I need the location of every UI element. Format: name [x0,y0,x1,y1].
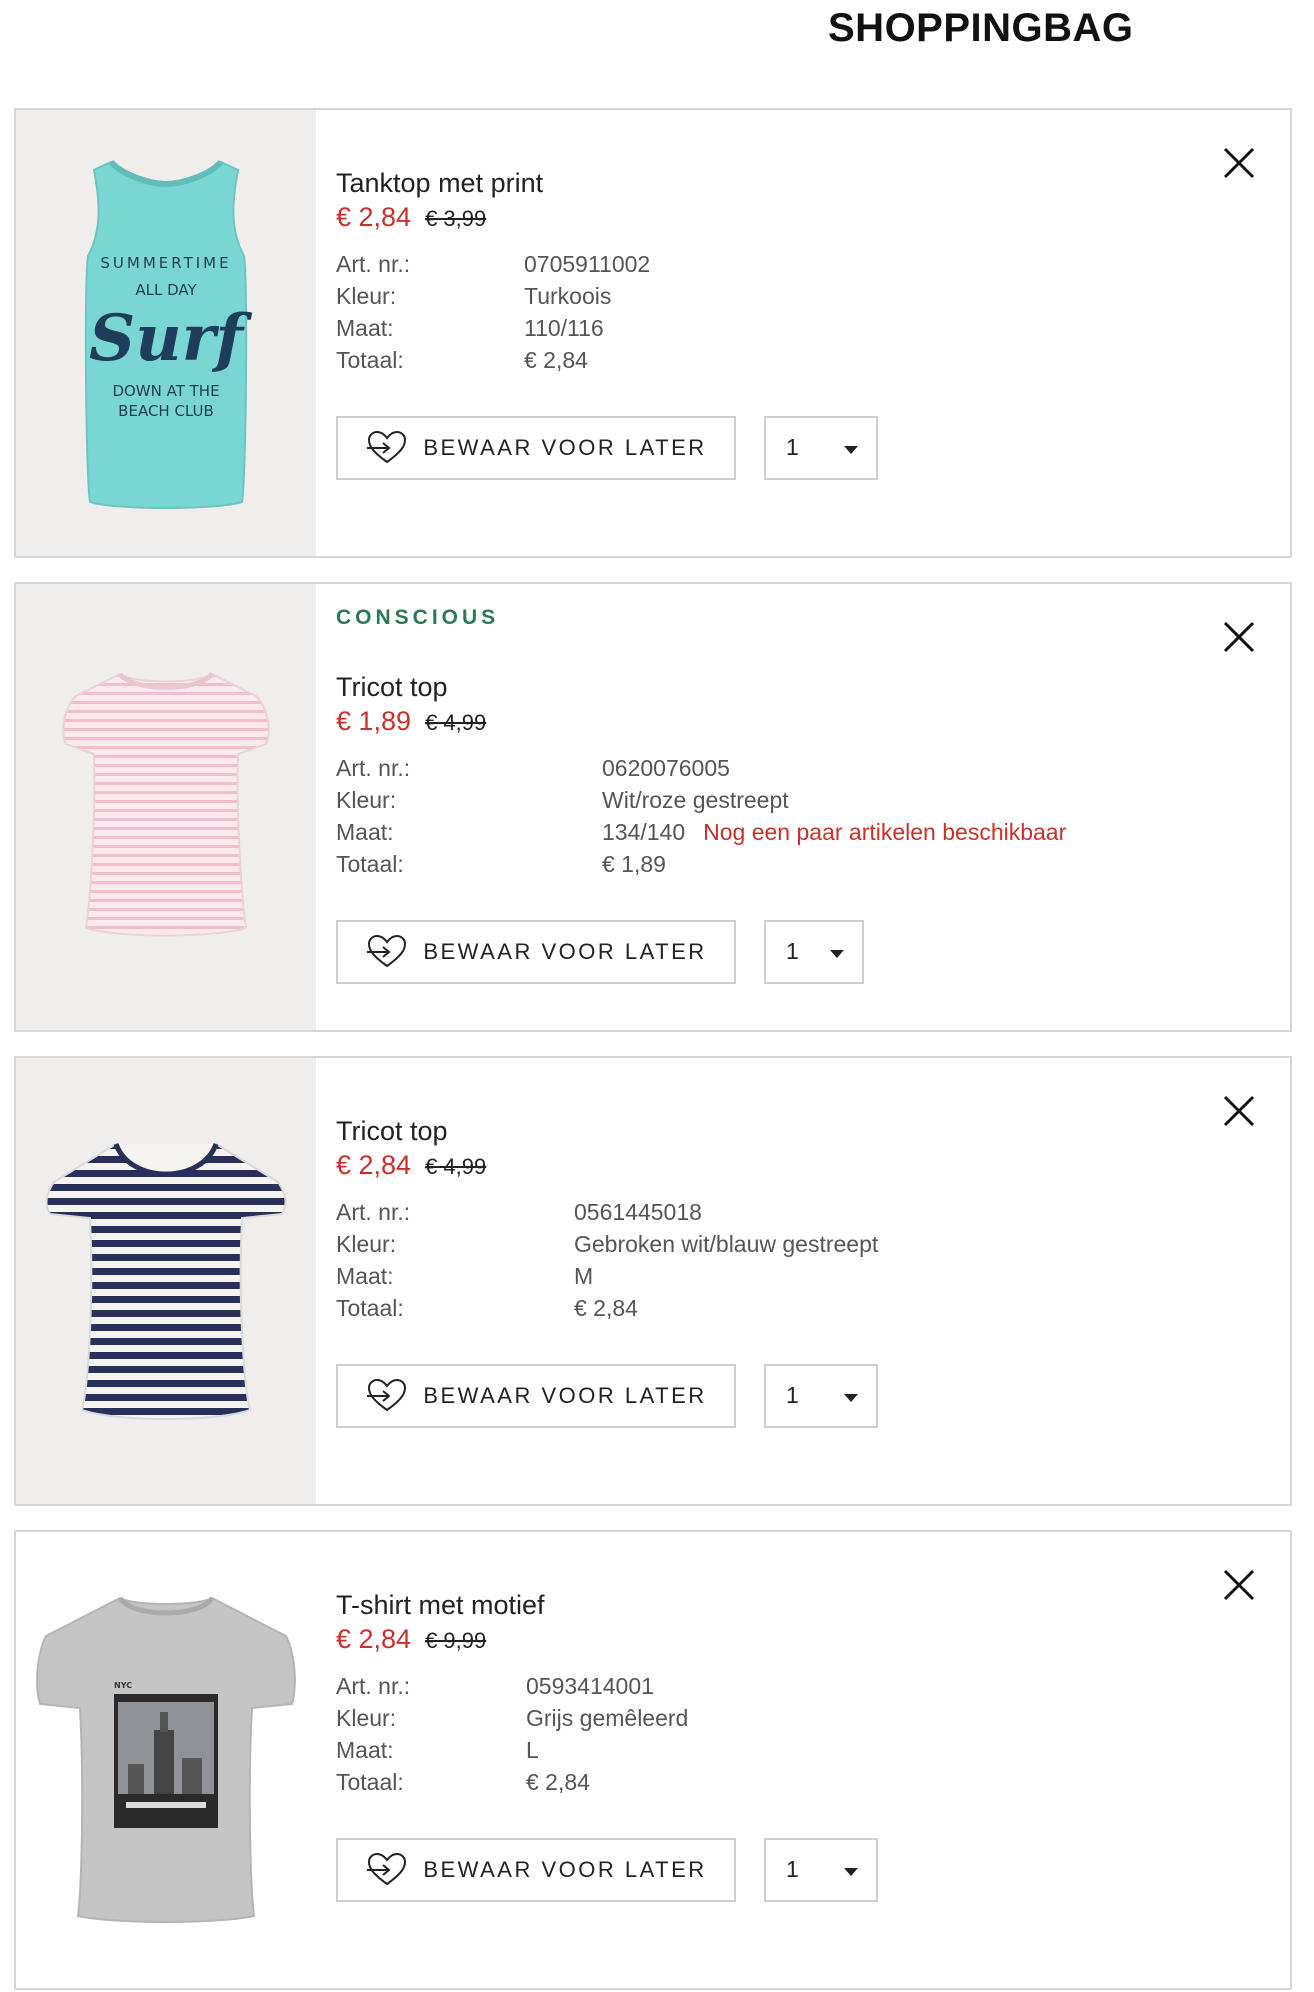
art-label: Art. nr.: [336,251,411,277]
total-label: Totaal: [336,347,404,373]
close-icon[interactable] [1222,1094,1256,1128]
color-value: Wit/roze gestreept [602,787,789,813]
size-label: Maat: [336,1263,394,1289]
size-label: Maat: [336,315,394,341]
close-icon[interactable] [1222,146,1256,180]
quantity-value: 1 [786,1382,799,1408]
print-text: NYC [114,1681,132,1690]
page-header: SHOPPINGBAG [0,0,1314,70]
print-text-2: ALL DAY [135,281,197,299]
price-row: € 2,84 € 4,99 [336,1150,486,1181]
product-name[interactable]: Tricot top [336,1116,448,1147]
color-label: Kleur: [336,787,397,813]
color-label: Kleur: [336,1231,397,1257]
old-price: € 3,99 [425,206,487,231]
size-label: Maat: [336,819,394,845]
color-value: Turkoois [524,283,612,309]
heart-arrow-icon [367,934,407,968]
art-value: 0705911002 [524,251,651,277]
current-price: € 2,84 [336,1624,412,1654]
total-value: € 2,84 [574,1295,638,1321]
price-row: € 2,84 € 3,99 [336,202,486,233]
old-price: € 9,99 [425,1628,487,1653]
save-for-later-label: BEWAAR VOOR LATER [423,1383,707,1408]
product-image[interactable]: SUMMERTIME ALL DAY Surf DOWN AT THE BEAC… [16,110,316,556]
print-text-4: DOWN AT THE [112,382,219,400]
heart-arrow-icon [367,1378,407,1412]
old-price: € 4,99 [425,1154,487,1179]
chevron-down-icon [844,1868,858,1876]
price-row: € 2,84 € 9,99 [336,1624,486,1655]
size-value: M [574,1263,594,1289]
size-label: Maat: [336,1737,394,1763]
color-label: Kleur: [336,283,397,309]
total-value: € 2,84 [526,1769,590,1795]
save-for-later-label: BEWAAR VOOR LATER [423,939,707,964]
art-value: 0561445018 [574,1199,702,1225]
save-for-later-button[interactable]: BEWAAR VOOR LATER [336,416,736,480]
quantity-select[interactable]: 1 [764,416,878,480]
print-text-1: SUMMERTIME [100,254,231,272]
save-for-later-button[interactable]: BEWAAR VOOR LATER [336,920,736,984]
tanktop-image: SUMMERTIME ALL DAY Surf DOWN AT THE BEAC… [84,159,252,509]
product-name[interactable]: T-shirt met motief [336,1590,545,1621]
quantity-select[interactable]: 1 [764,920,864,984]
pink-striped-top-image [62,672,270,937]
page-title: SHOPPINGBAG [828,6,1134,50]
chevron-down-icon [830,950,844,958]
save-for-later-label: BEWAAR VOOR LATER [423,1857,707,1882]
save-for-later-label: BEWAAR VOOR LATER [423,435,707,460]
total-label: Totaal: [336,1769,404,1795]
cart-item: SUMMERTIME ALL DAY Surf DOWN AT THE BEAC… [14,108,1292,558]
low-stock-notice: Nog een paar artikelen beschikbaar [703,819,1067,845]
size-value: 134/140 [602,819,686,845]
total-label: Totaal: [336,1295,404,1321]
color-label: Kleur: [336,1705,397,1731]
chevron-down-icon [844,1394,858,1402]
old-price: € 4,99 [425,710,487,735]
size-value: 110/116 [524,315,604,341]
cart-item: Tricot top € 2,84 € 4,99 Art. nr.: 0561445… [14,1056,1292,1506]
price-row: € 1,89 € 4,99 [336,706,486,737]
print-text-3: Surf [89,301,252,376]
color-value: Grijs gemêleerd [526,1705,689,1731]
cart-item: NYC T-shirt met motief € 2,84 € 9,99 Art.… [14,1530,1292,1990]
save-for-later-button[interactable]: BEWAAR VOOR LATER [336,1364,736,1428]
quantity-select[interactable]: 1 [764,1838,878,1902]
grey-tshirt-image: NYC [36,1596,296,1923]
art-label: Art. nr.: [336,1673,411,1699]
color-value: Gebroken wit/blauw gestreept [574,1231,879,1257]
art-label: Art. nr.: [336,1199,411,1225]
total-label: Totaal: [336,851,404,877]
current-price: € 2,84 [336,1150,412,1180]
quantity-value: 1 [786,1856,799,1882]
close-icon[interactable] [1222,1568,1256,1602]
product-image[interactable] [16,584,316,1030]
current-price: € 1,89 [336,706,412,736]
total-value: € 2,84 [524,347,588,373]
quantity-select[interactable]: 1 [764,1364,878,1428]
close-icon[interactable] [1222,620,1256,654]
heart-arrow-icon [367,1852,407,1886]
art-value: 0593414001 [526,1673,654,1699]
current-price: € 2,84 [336,202,412,232]
product-image[interactable]: NYC [16,1532,316,1988]
print-text-5: BEACH CLUB [118,402,214,420]
cart-item: CONSCIOUS Tricot top € 1,89 € 4,99 Art. n… [14,582,1292,1032]
heart-arrow-icon [367,430,407,464]
product-name[interactable]: Tanktop met print [336,168,543,199]
quantity-value: 1 [786,434,799,460]
total-value: € 1,89 [602,851,666,877]
quantity-value: 1 [786,938,799,964]
art-value: 0620076005 [602,755,730,781]
chevron-down-icon [844,446,858,454]
product-image[interactable] [16,1058,316,1504]
product-name[interactable]: Tricot top [336,672,448,703]
conscious-badge: CONSCIOUS [336,606,500,629]
navy-striped-top-image [45,1142,287,1420]
size-value: L [526,1737,539,1763]
save-for-later-button[interactable]: BEWAAR VOOR LATER [336,1838,736,1902]
art-label: Art. nr.: [336,755,411,781]
